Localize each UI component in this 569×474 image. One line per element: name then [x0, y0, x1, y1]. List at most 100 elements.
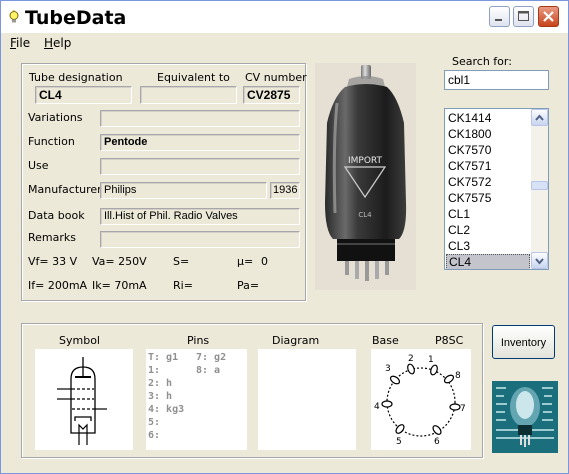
base-pin-number: 6 — [434, 437, 440, 447]
base-pin-number: 5 — [396, 437, 402, 447]
pins-box: T: g1 1: 2: h 3: h 4: kg3 5: 6: 7: g2 8:… — [146, 349, 247, 450]
list-item[interactable]: CK7572 — [446, 174, 530, 190]
tube-brand-text: IMPORT — [348, 156, 383, 166]
tube-type-text: CL4 — [358, 211, 372, 219]
pins-right-column: 7: g2 8: a — [196, 351, 226, 377]
list-item[interactable]: CK7570 — [446, 142, 530, 158]
maximize-icon — [518, 11, 529, 21]
pin-entry: 5: — [148, 417, 161, 428]
menu-help[interactable]: Help — [44, 36, 71, 50]
pins-label: Pins — [187, 334, 210, 347]
base-pinout-diagram: 1 2 3 4 5 6 7 8 — [374, 354, 466, 447]
variations-label: Variations — [28, 111, 83, 124]
list-item[interactable]: CK7571 — [446, 158, 530, 174]
pins-left-column: T: g1 1: 2: h 3: h 4: kg3 5: 6: — [148, 351, 184, 442]
remarks-field[interactable] — [100, 231, 300, 248]
diagram-box — [258, 349, 356, 450]
window-title: TubeData — [25, 7, 127, 29]
menu-help-accel: H — [44, 36, 54, 50]
diagram-label: Diagram — [272, 334, 320, 347]
tube-designation-label: Tube designation — [29, 71, 123, 84]
data-book-label: Data book — [28, 209, 85, 222]
ri-value: Ri= — [173, 279, 193, 292]
list-item[interactable]: CK1414 — [446, 110, 530, 126]
tubedata-window: TubeData File Help Tube designation Equi… — [0, 0, 569, 474]
scroll-down-button[interactable] — [531, 252, 548, 269]
equivalent-to-label: Equivalent to — [157, 71, 230, 84]
list-item[interactable]: CK1800 — [446, 126, 530, 142]
pin-entry: 1: — [148, 365, 161, 376]
chevron-down-icon — [535, 258, 544, 265]
list-scrollbar[interactable] — [531, 109, 548, 269]
maximize-button[interactable] — [513, 6, 534, 27]
base-pin-number: 1 — [428, 355, 434, 365]
pin-entry: 3: h — [148, 391, 173, 402]
use-label: Use — [28, 159, 49, 172]
base-label: Base — [372, 334, 399, 347]
base-pin-number: 7 — [460, 404, 466, 414]
manufacturer-field[interactable]: Philips — [100, 182, 267, 199]
scroll-thumb[interactable] — [531, 181, 548, 190]
pin-entry: 2: h — [148, 378, 173, 389]
remarks-label: Remarks — [28, 231, 76, 244]
scroll-up-button[interactable] — [531, 109, 548, 126]
pin-entry: T: g1 — [148, 352, 179, 363]
if-value: If= 200mA — [28, 279, 88, 292]
cv-number-label: CV number — [245, 71, 307, 84]
inventory-button[interactable]: Inventory — [492, 325, 555, 359]
menu-help-label: elp — [53, 36, 72, 50]
manufacturer-label: Manufacturer — [28, 183, 102, 196]
close-button[interactable] — [538, 6, 559, 27]
menu-bar: File Help — [1, 33, 568, 53]
pin-entry: 6: — [148, 430, 161, 441]
symbol-box — [35, 349, 133, 450]
symbol-label: Symbol — [59, 334, 100, 347]
close-icon — [543, 11, 554, 22]
title-bar[interactable]: TubeData — [1, 1, 568, 33]
pentode-symbol-icon — [57, 357, 107, 445]
mu-value: 0 — [261, 255, 268, 268]
search-label: Search for: — [452, 55, 512, 68]
lightbulb-icon — [9, 10, 19, 23]
base-pin-number: 8 — [455, 371, 461, 381]
variations-field[interactable] — [100, 110, 300, 127]
year-field[interactable]: 1936 — [270, 182, 300, 199]
search-input[interactable]: cbl1 — [444, 70, 549, 90]
list-item[interactable]: CK7575 — [446, 190, 530, 206]
ik-value: Ik= 70mA — [92, 279, 147, 292]
base-pin-number: 3 — [385, 364, 391, 374]
s-value: S= — [173, 255, 190, 268]
menu-file-label: ile — [16, 36, 31, 50]
base-box: 1 2 3 4 5 6 7 8 — [371, 349, 471, 450]
menu-file[interactable]: File — [10, 36, 30, 50]
minimize-icon — [495, 19, 502, 21]
function-field[interactable]: Pentode — [100, 134, 300, 151]
tube-designation-field[interactable]: CL4 — [35, 86, 132, 104]
vf-value: Vf= 33 V — [28, 255, 78, 268]
pin-entry: 8: a — [196, 365, 221, 376]
tube-photo: IMPORT CL4 — [315, 63, 416, 290]
va-value: Va= 250V — [92, 255, 147, 268]
base-type-label: P8SC — [435, 334, 464, 347]
mu-label: µ= — [237, 255, 254, 268]
list-item[interactable]: CL1 — [446, 206, 530, 222]
pa-value: Pa= — [237, 279, 260, 292]
list-item-selected[interactable]: CL4 — [446, 254, 530, 269]
vacuum-tube-image: IMPORT CL4 — [325, 65, 407, 281]
equivalent-to-field[interactable] — [140, 86, 237, 104]
chevron-up-icon — [535, 114, 544, 121]
app-logo[interactable] — [492, 381, 558, 453]
base-pin-number: 4 — [374, 402, 380, 412]
tube-logo-icon — [492, 381, 558, 453]
base-pin-number: 2 — [408, 354, 414, 364]
minimize-button[interactable] — [489, 6, 510, 27]
tube-listbox[interactable]: CK1414 CK1800 CK7570 CK7571 CK7572 CK757… — [444, 108, 549, 270]
list-item[interactable]: CL2 — [446, 222, 530, 238]
pin-entry: 7: g2 — [196, 352, 227, 363]
list-item[interactable]: CL3 — [446, 238, 530, 254]
function-label: Function — [28, 135, 75, 148]
cv-number-field[interactable]: CV2875 — [243, 86, 300, 104]
data-book-field[interactable]: Ill.Hist of Phil. Radio Valves — [100, 208, 300, 225]
pin-entry: 4: kg3 — [148, 404, 185, 415]
use-field[interactable] — [100, 158, 300, 175]
